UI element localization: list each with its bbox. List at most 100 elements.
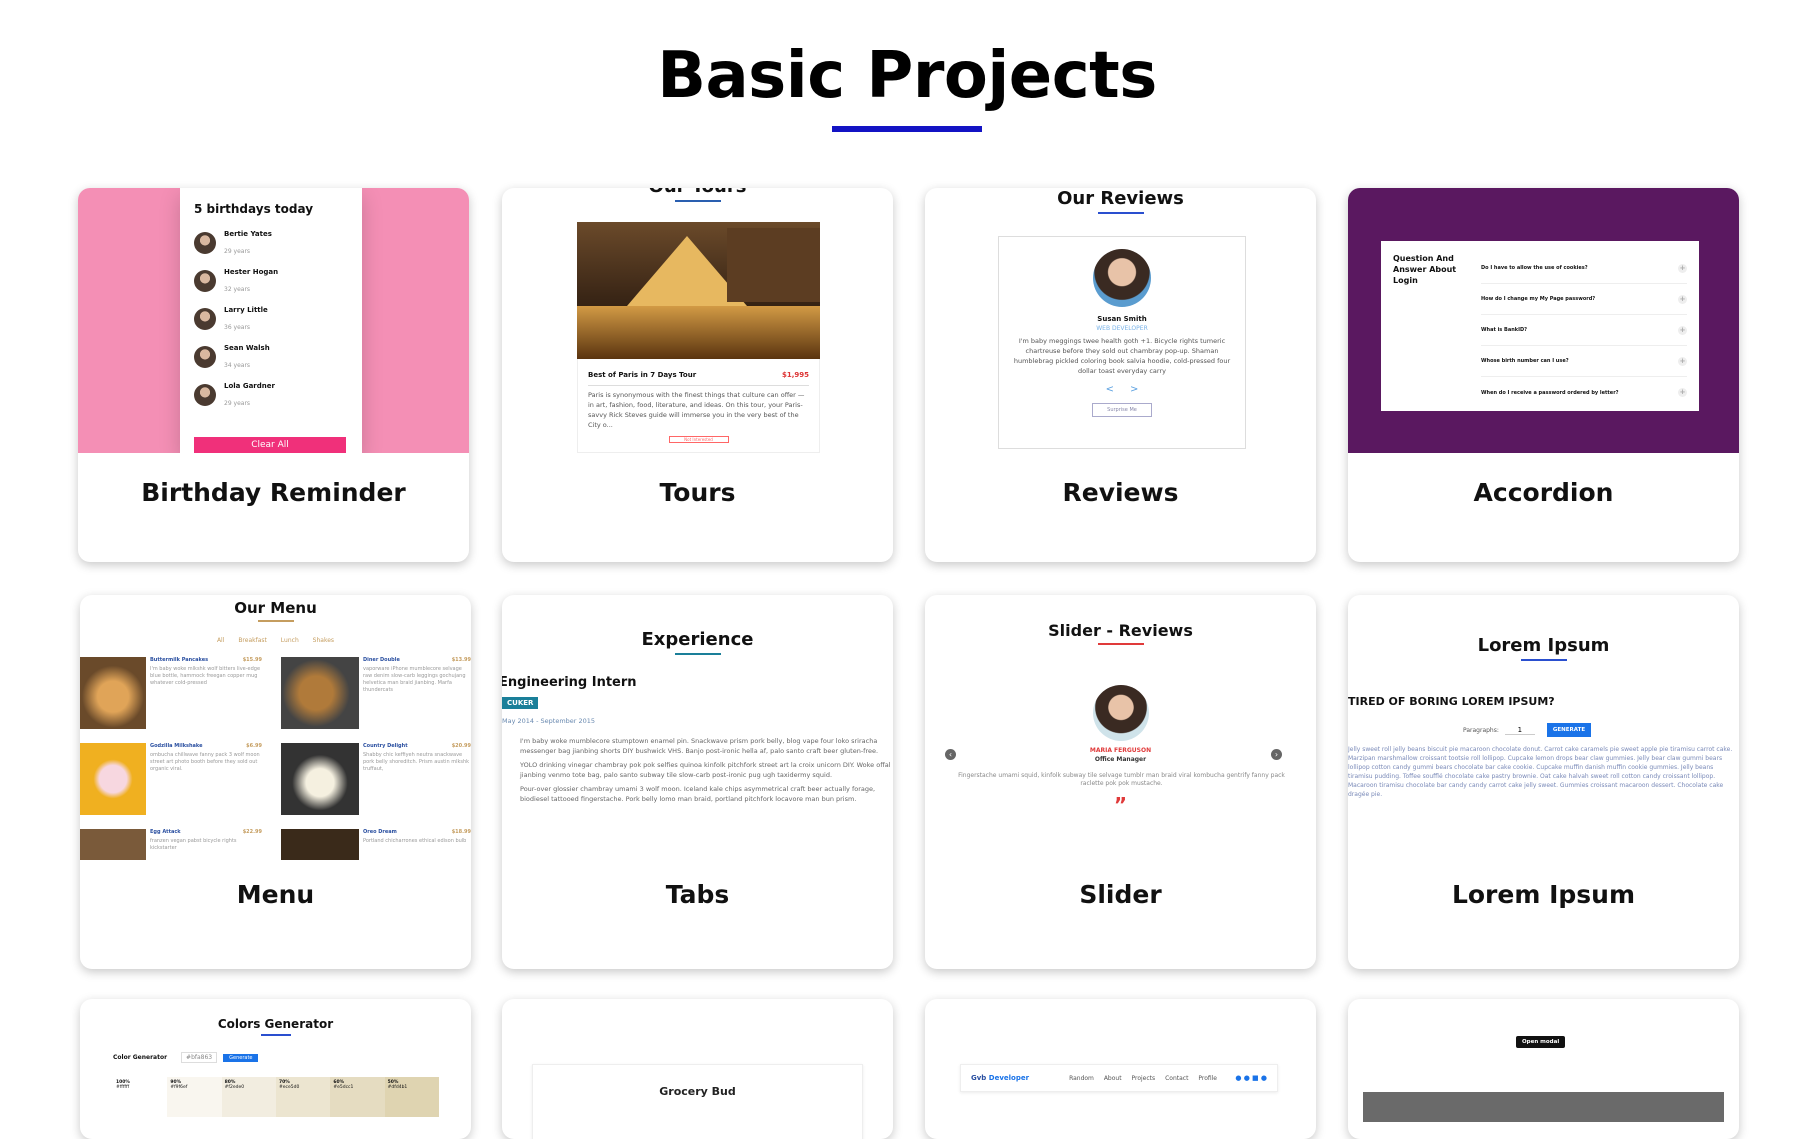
slider-heading: Slider - Reviews [925, 621, 1316, 645]
project-card-tours[interactable]: Our Tours Best of Paris in 7 Days Tour $1… [502, 188, 893, 562]
grocery-heading: Grocery Bud [532, 1064, 863, 1139]
person-row: Lola Gardner 29 years [180, 376, 362, 414]
menu-item: Country Delight $20.99 Shabby chic keffiye… [363, 743, 471, 772]
menu-item: Godzilla Milkshake $6.99 ombucha chillwave… [150, 743, 262, 772]
quote-icon: ” [1113, 793, 1128, 817]
birthday-panel: 5 birthdays today Bertie Yates 29 years H… [180, 188, 362, 453]
accordion-heading: Question And Answer About Login [1393, 254, 1457, 285]
swatch-row: 100% #ffffff 90% #f9f6ef 80% #f2ede0 70% #ec… [113, 1077, 439, 1117]
project-card-lorem-ipsum[interactable]: Lorem Ipsum TIRED OF BORING LOREM IPSUM?… [1348, 595, 1739, 969]
card-title: Tours [659, 478, 736, 507]
project-card-tabs[interactable]: Experience Engineering Intern CUKER May … [502, 595, 893, 969]
person-age: 34 years [224, 361, 251, 369]
filter-lunch: Lunch [280, 637, 299, 644]
open-modal-button: Open modal [1516, 1036, 1566, 1048]
lorem-text: Jelly sweet roll jelly beans biscuit pie… [1348, 746, 1733, 798]
avatar [194, 232, 216, 254]
title-underline [832, 126, 982, 132]
plus-icon: + [1678, 388, 1687, 397]
nav-link: Random [1069, 1074, 1094, 1082]
job-duties: I'm baby woke mumblecore stumptown ename… [520, 737, 893, 804]
person-row: Sean Walsh 34 years [180, 338, 362, 376]
reviewer-name: Susan Smith [1097, 315, 1147, 323]
avatar [194, 346, 216, 368]
nav-link: Profile [1198, 1074, 1217, 1082]
avatar [194, 308, 216, 330]
accordion-preview: Question And Answer About Login Do I hav… [1348, 188, 1739, 453]
plus-icon: + [1678, 263, 1687, 273]
reviews-heading: Our Reviews [925, 188, 1316, 214]
chevron-right-icon: › [1271, 749, 1282, 760]
project-card-reviews[interactable]: Our Reviews Susan Smith WEB DEVELOPER I'… [925, 188, 1316, 562]
project-card-slider[interactable]: Slider - Reviews MARIA FERGUSON Office M… [925, 595, 1316, 969]
slider-role: Office Manager [1094, 756, 1147, 763]
reviewer-avatar [1093, 249, 1151, 307]
question-row: When do I receive a password ordered by … [1481, 377, 1687, 408]
next-button: > [1129, 384, 1139, 395]
color-input: #bfa863 [181, 1052, 218, 1063]
question-text: Whose birth number can I use? [1481, 358, 1569, 364]
avatar [194, 384, 216, 406]
slider-avatar [1093, 685, 1149, 741]
menu-item-image [281, 657, 359, 729]
job-dates: May 2014 - September 2015 [502, 717, 596, 725]
tabs-preview: Experience Engineering Intern CUKER May … [502, 595, 893, 860]
menu-item-image [281, 743, 359, 815]
filter-breakfast: Breakfast [238, 637, 267, 644]
slider-text: Fingerstache umami squid, kinfolk subway… [958, 772, 1285, 787]
card-title: Accordion [1473, 478, 1614, 507]
company-badge: CUKER [502, 697, 539, 709]
project-card-navbar[interactable]: Gvb Developer Random About Projects Cont… [925, 999, 1316, 1139]
person-name: Hester Hogan [224, 267, 279, 276]
lorem-preview: Lorem Ipsum TIRED OF BORING LOREM IPSUM?… [1348, 595, 1739, 860]
person-age: 32 years [224, 285, 251, 293]
person-name: Lola Gardner [224, 381, 275, 390]
question-text: When do I receive a password ordered by … [1481, 389, 1619, 396]
tabs-heading: Experience [502, 629, 893, 655]
colors-heading: Colors Generator [80, 1017, 471, 1036]
tour-info: Best of Paris in 7 Days Tour $1,995 Paris… [577, 359, 820, 453]
plus-icon: + [1678, 294, 1687, 304]
tours-heading: Our Tours [502, 188, 893, 202]
filter-shakes: Shakes [312, 637, 335, 644]
clear-all-button: Clear All [194, 437, 346, 453]
nav-link: About [1103, 1074, 1122, 1082]
project-card-accordion[interactable]: Question And Answer About Login Do I hav… [1348, 188, 1739, 562]
plus-icon: + [1678, 325, 1687, 335]
paragraphs-input: 1 [1504, 726, 1535, 735]
person-name: Sean Walsh [224, 343, 270, 352]
project-card-modal[interactable]: Open modal [1348, 999, 1739, 1139]
menu-item: Egg Attack $22.99 franzen vegan pabst bicy… [150, 829, 262, 851]
filter-all: All [216, 637, 225, 644]
question-text: What is BankID? [1481, 327, 1527, 333]
menu-filters: All Breakfast Lunch Shakes [80, 637, 471, 644]
menu-item-image [80, 743, 146, 815]
tour-price: $1,995 [781, 371, 809, 379]
project-card-grocery-bud[interactable]: Grocery Bud [502, 999, 893, 1139]
menu-heading: Our Menu [80, 599, 471, 622]
menu-item-image [80, 829, 146, 860]
modal-overlay [1363, 1092, 1724, 1122]
card-title: Lorem Ipsum [1451, 880, 1636, 909]
not-interested-button: Not Interested [668, 436, 729, 443]
project-card-menu[interactable]: Our Menu All Breakfast Lunch Shakes Butt… [80, 595, 471, 969]
menu-item-image [80, 657, 146, 729]
card-title: Slider [1079, 880, 1162, 909]
menu-item-image [281, 829, 359, 860]
project-card-birthday-reminder[interactable]: 5 birthdays today Bertie Yates 29 years H… [78, 188, 469, 562]
project-card-colors-generator[interactable]: Colors Generator Color Generator #bfa863… [80, 999, 471, 1139]
birthday-preview: 5 birthdays today Bertie Yates 29 years H… [78, 188, 469, 453]
menu-item: Diner Double $13.99 vaporware iPhone mumbl… [363, 657, 471, 693]
swatch: 80% #f2ede0 [221, 1077, 276, 1117]
duty-item: I'm baby woke mumblecore stumptown ename… [520, 737, 879, 755]
swatch: 60% #e5dcc1 [330, 1077, 385, 1117]
slider-name: MARIA FERGUSON [1089, 747, 1152, 754]
menu-preview: Our Menu All Breakfast Lunch Shakes Butt… [80, 595, 471, 860]
review-text: I'm baby meggings twee health goth +1. B… [1013, 337, 1231, 375]
card-title: Birthday Reminder [141, 478, 406, 507]
question-row: Whose birth number can I use? + [1481, 346, 1687, 377]
reviews-preview: Our Reviews Susan Smith WEB DEVELOPER I'… [925, 188, 1316, 453]
card-title: Tabs [665, 880, 730, 909]
lorem-heading: Lorem Ipsum [1348, 635, 1739, 661]
page-title: Basic Projects [657, 39, 1157, 113]
